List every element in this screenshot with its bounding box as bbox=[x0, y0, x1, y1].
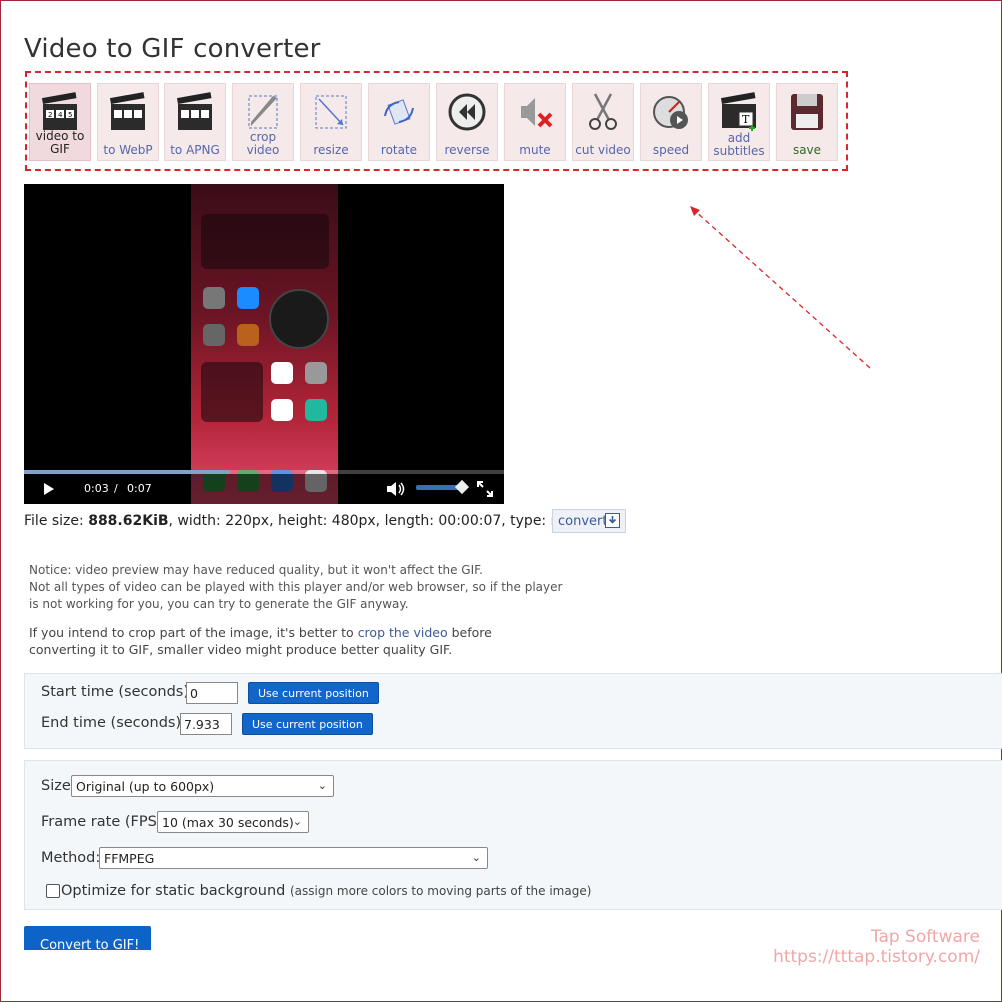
notice-line-3: is not working for you, you can try to g… bbox=[29, 597, 409, 611]
resize-icon bbox=[315, 95, 347, 129]
clapperboard-icon: 245 bbox=[41, 92, 77, 130]
tool-label: video to GIF bbox=[35, 129, 85, 156]
reverse-icon bbox=[448, 93, 486, 131]
file-size-value: 888.62KiB bbox=[88, 513, 169, 529]
file-info-prefix: File size: bbox=[24, 513, 89, 529]
method-selected-value: FFMPEG bbox=[104, 851, 155, 866]
end-time-label: End time (seconds): bbox=[41, 715, 186, 731]
tool-label: save bbox=[792, 143, 822, 157]
volume-slider[interactable] bbox=[416, 479, 470, 495]
tool-label: add subtitles bbox=[713, 131, 765, 158]
optimize-label: Optimize for static background (assign m… bbox=[61, 883, 591, 899]
clapperboard-icon bbox=[109, 92, 145, 130]
volume-icon[interactable] bbox=[386, 481, 406, 497]
convert-download-button[interactable]: convert bbox=[552, 509, 626, 533]
chevron-down-icon: ⌄ bbox=[471, 851, 481, 864]
tool-add-subtitles[interactable]: T add subtitles bbox=[708, 83, 770, 161]
tool-mute[interactable]: mute bbox=[504, 83, 566, 161]
video-player[interactable]: 0:03 / 0:07 bbox=[24, 184, 504, 504]
subtitles-icon: T bbox=[720, 92, 756, 131]
tool-label: resize bbox=[313, 143, 349, 157]
watermark-line-2: https://tttap.tistory.com/ bbox=[773, 947, 980, 967]
method-label: Method: bbox=[41, 850, 101, 866]
end-time-input[interactable]: 7.933 bbox=[180, 713, 232, 735]
file-info: File size: 888.62KiB, width: 220px, heig… bbox=[24, 513, 582, 529]
annotation-arrow bbox=[690, 206, 871, 369]
notice-line-2: Not all types of video can be played wit… bbox=[29, 580, 563, 594]
crop-tip: If you intend to crop part of the image,… bbox=[29, 625, 492, 640]
size-selected-value: Original (up to 600px) bbox=[76, 779, 215, 794]
crop-tip-text-end: before bbox=[447, 625, 492, 640]
tool-label: speed bbox=[652, 143, 690, 157]
tool-resize[interactable]: resize bbox=[300, 83, 362, 161]
time-separator: / bbox=[114, 482, 118, 495]
crop-tip-text: If you intend to crop part of the image,… bbox=[29, 625, 358, 640]
end-use-current-button[interactable]: Use current position bbox=[242, 713, 373, 735]
optimize-checkbox[interactable] bbox=[46, 884, 60, 898]
play-icon[interactable] bbox=[42, 482, 56, 496]
crop-icon bbox=[248, 95, 278, 129]
optimize-label-text: Optimize for static background bbox=[61, 883, 286, 899]
method-select[interactable]: FFMPEG ⌄ bbox=[99, 847, 488, 869]
crop-video-link[interactable]: crop the video bbox=[358, 625, 448, 640]
scissors-icon bbox=[589, 93, 617, 130]
convert-button-label: Convert to GIF! bbox=[40, 938, 140, 950]
tool-save[interactable]: save bbox=[776, 83, 838, 161]
tool-toolbar: 245 video to GIF to WebP to APNG crop vi… bbox=[25, 71, 848, 171]
tool-label: mute bbox=[519, 143, 551, 157]
size-select[interactable]: Original (up to 600px) ⌄ bbox=[71, 775, 334, 797]
convert-label: convert bbox=[558, 514, 608, 529]
fps-label: Frame rate (FPS): bbox=[41, 814, 168, 830]
save-icon bbox=[791, 94, 823, 130]
tool-to-webp[interactable]: to WebP bbox=[97, 83, 159, 161]
tool-label: reverse bbox=[444, 143, 490, 157]
video-frame-phone-screenshot bbox=[191, 184, 338, 504]
chevron-down-icon: ⌄ bbox=[317, 779, 327, 792]
current-time: 0:03 bbox=[84, 482, 109, 495]
duration: 0:07 bbox=[127, 482, 152, 495]
notice-line-1: Notice: video preview may have reduced q… bbox=[29, 563, 483, 577]
speed-icon bbox=[653, 96, 688, 129]
tool-to-apng[interactable]: to APNG bbox=[164, 83, 226, 161]
tool-label: to APNG bbox=[170, 143, 220, 157]
crop-tip-line-2: converting it to GIF, smaller video migh… bbox=[29, 642, 453, 657]
start-time-input[interactable]: 0 bbox=[186, 682, 238, 704]
fps-selected-value: 10 (max 30 seconds) bbox=[162, 815, 294, 830]
tool-video-to-gif[interactable]: 245 video to GIF bbox=[29, 83, 91, 161]
watermark-line-1: Tap Software bbox=[870, 927, 980, 947]
download-icon bbox=[605, 513, 620, 528]
svg-text:5: 5 bbox=[68, 111, 72, 119]
clapperboard-icon bbox=[176, 92, 212, 130]
file-info-details: , width: 220px, height: 480px, length: 0… bbox=[168, 513, 583, 529]
tool-crop-video[interactable]: crop video bbox=[232, 83, 294, 161]
tool-speed[interactable]: speed bbox=[640, 83, 702, 161]
fullscreen-icon[interactable] bbox=[476, 480, 494, 498]
tool-label: to WebP bbox=[103, 143, 153, 157]
mute-icon bbox=[521, 98, 553, 128]
tool-label: cut video bbox=[575, 143, 631, 157]
tool-label: crop video bbox=[246, 130, 280, 157]
svg-text:2: 2 bbox=[48, 111, 52, 119]
optimize-note: (assign more colors to moving parts of t… bbox=[289, 884, 592, 898]
svg-text:T: T bbox=[742, 113, 750, 126]
tool-label: rotate bbox=[380, 143, 418, 157]
fps-select[interactable]: 10 (max 30 seconds) ⌄ bbox=[157, 811, 309, 833]
page-title: Video to GIF converter bbox=[24, 34, 321, 64]
start-use-current-button[interactable]: Use current position bbox=[248, 682, 379, 704]
convert-to-gif-button[interactable]: Convert to GIF! bbox=[24, 926, 151, 950]
options-panel: Size: Original (up to 600px) ⌄ Frame rat… bbox=[24, 760, 1002, 910]
timing-panel: Start time (seconds): 0 Use current posi… bbox=[24, 673, 1002, 749]
start-time-label: Start time (seconds): bbox=[41, 684, 194, 700]
video-controls: 0:03 / 0:07 bbox=[24, 474, 504, 504]
svg-text:4: 4 bbox=[58, 111, 63, 119]
tool-reverse[interactable]: reverse bbox=[436, 83, 498, 161]
rotate-icon bbox=[384, 99, 414, 125]
tool-cut-video[interactable]: cut video bbox=[572, 83, 634, 161]
tool-rotate[interactable]: rotate bbox=[368, 83, 430, 161]
chevron-down-icon: ⌄ bbox=[292, 815, 302, 828]
